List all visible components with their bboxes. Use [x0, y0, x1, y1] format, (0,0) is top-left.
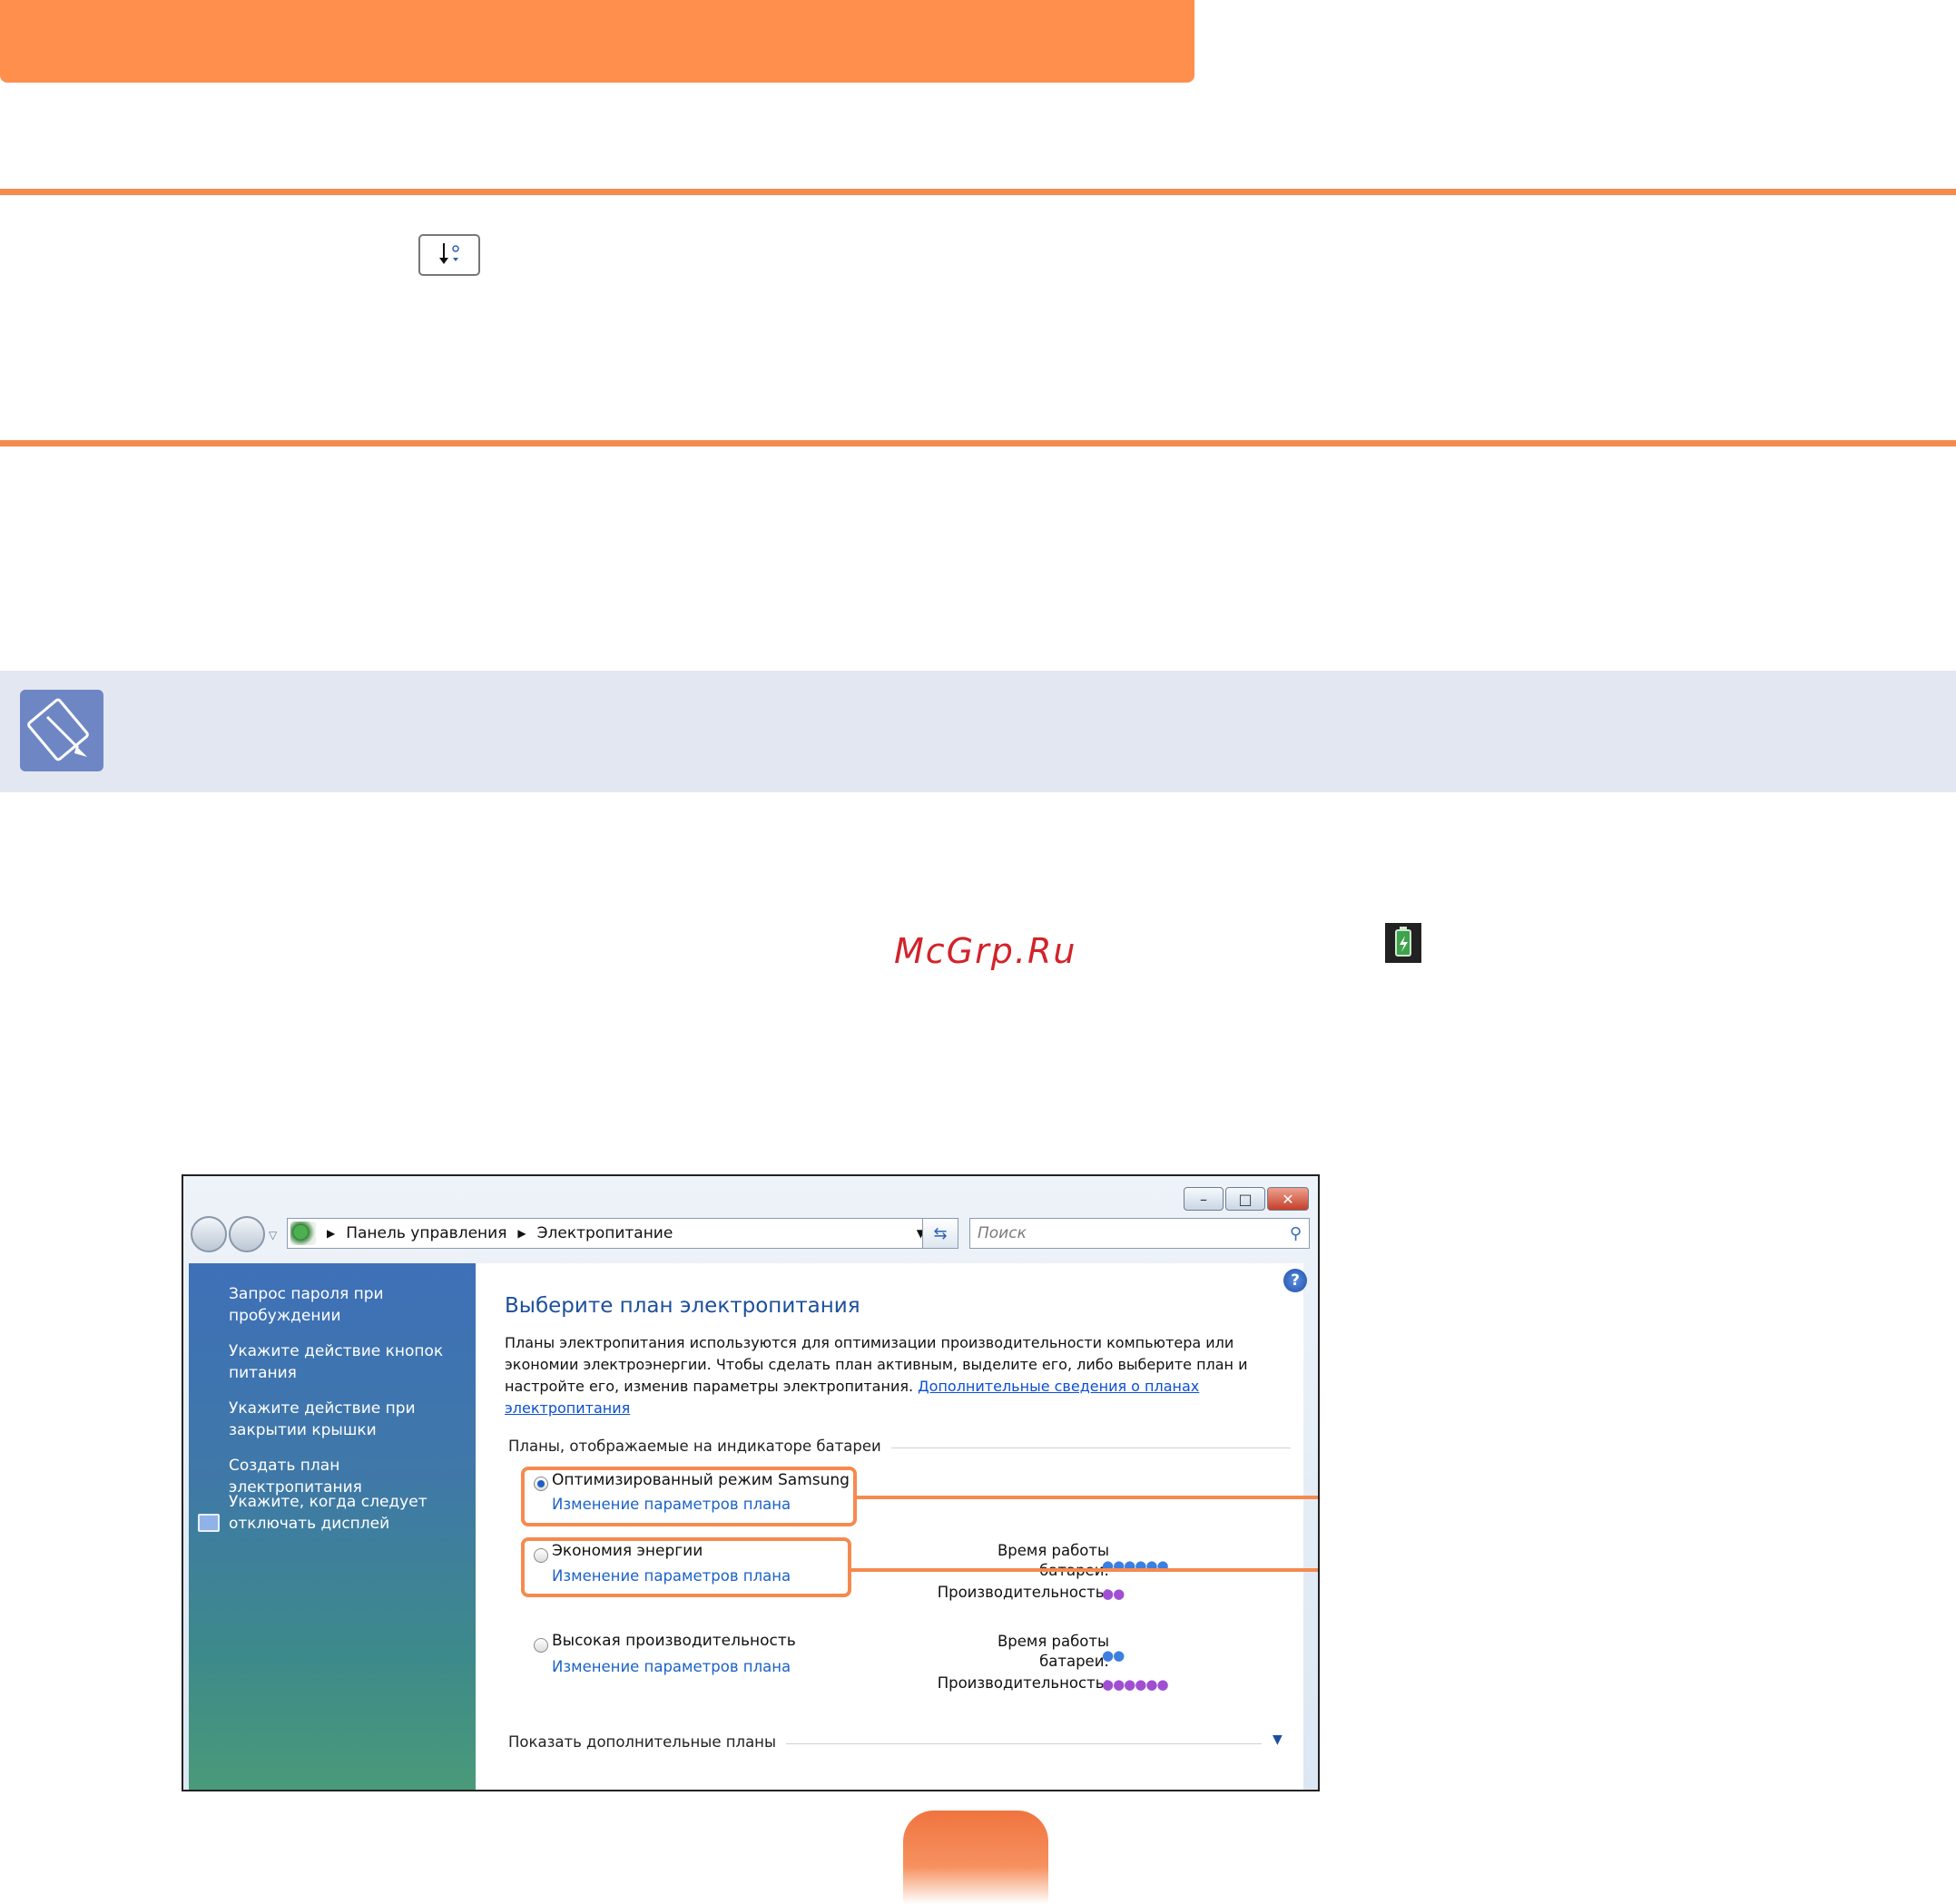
more-plans-divider [786, 1743, 1262, 1744]
battery-life-label: Время работы батареи: [997, 1542, 1109, 1579]
note-band [0, 671, 1956, 792]
refresh-button[interactable]: ⇆ [922, 1218, 958, 1249]
search-icon[interactable]: ⚲ [1290, 1224, 1302, 1243]
middle-divider [0, 440, 1956, 447]
breadcrumb-arrow-icon: ▶ [517, 1227, 526, 1240]
pencil-note-icon [20, 690, 103, 771]
monitor-icon [198, 1514, 220, 1532]
window-controls: – □ ✕ [1184, 1187, 1309, 1212]
plan-radio-high-performance[interactable] [534, 1638, 548, 1653]
chevron-down-icon[interactable]: ▼ [1273, 1732, 1283, 1747]
search-placeholder: Поиск [978, 1224, 1027, 1242]
breadcrumb-power-options[interactable]: Электропитание [537, 1224, 673, 1242]
battery-plans-group-label: Планы, отображаемые на индикаторе батаре… [508, 1438, 881, 1455]
address-bar[interactable]: ▶ Панель управления ▶ Электропитание ▼ [287, 1218, 933, 1249]
close-button[interactable]: ✕ [1267, 1187, 1309, 1211]
highlight-samsung-plan [521, 1467, 857, 1526]
sidebar-item-display-off[interactable]: Укажите, когда следует отключать дисплей [229, 1491, 474, 1535]
search-input[interactable]: Поиск ⚲ [969, 1218, 1310, 1249]
battery-tray-icon [1385, 923, 1421, 963]
page-title: Выберите план электропитания [505, 1294, 860, 1318]
show-more-plans-label[interactable]: Показать дополнительные планы [508, 1733, 776, 1751]
section-title-bar [0, 0, 1194, 83]
page-description: Планы электропитания используются для оп… [505, 1332, 1276, 1419]
battery-life-label: Время работы батареи: [997, 1633, 1109, 1670]
top-divider [0, 189, 1956, 195]
watermark-text: McGrp.Ru [894, 931, 1077, 971]
callout-line-samsung [857, 1496, 1318, 1499]
performance-label: Производительность: [937, 1584, 1109, 1601]
control-panel-icon [290, 1222, 316, 1245]
help-icon[interactable]: ? [1283, 1269, 1307, 1292]
breadcrumb-control-panel[interactable]: Панель управления [346, 1224, 506, 1242]
battery-life-rating: ●● [1102, 1647, 1125, 1664]
sidebar-item-password[interactable]: Запрос пароля при пробуждении [229, 1283, 474, 1327]
power-options-window: – □ ✕ ▽ ▶ Панель управления ▶ Электропит… [182, 1174, 1320, 1791]
performance-label: Производительность: [937, 1674, 1109, 1692]
callout-line-power-saver [851, 1568, 1318, 1572]
back-button[interactable] [191, 1216, 227, 1252]
performance-rating: ●● [1102, 1585, 1125, 1602]
plan-name-high-performance: Высокая производительность [552, 1632, 796, 1650]
fn-brightness-key-icon [418, 234, 480, 276]
sidebar-item-lid-close[interactable]: Укажите действие при закрытии крышки [229, 1398, 474, 1441]
recent-pages-chevron-icon[interactable]: ▽ [269, 1229, 277, 1242]
sidebar-item-power-buttons[interactable]: Укажите действие кнопок питания [229, 1340, 474, 1384]
highlight-power-saver-plan [521, 1537, 851, 1597]
performance-rating: ●●●●●● [1102, 1676, 1169, 1693]
breadcrumb-arrow-icon: ▶ [327, 1227, 336, 1240]
minimize-button[interactable]: – [1184, 1187, 1224, 1211]
maximize-button[interactable]: □ [1225, 1187, 1265, 1211]
plan-settings-link-high-performance[interactable]: Изменение параметров плана [552, 1658, 791, 1675]
forward-button[interactable] [229, 1216, 265, 1252]
task-sidebar: Запрос пароля при пробуждении Укажите де… [189, 1263, 476, 1790]
page-number-tab [903, 1811, 1048, 1904]
